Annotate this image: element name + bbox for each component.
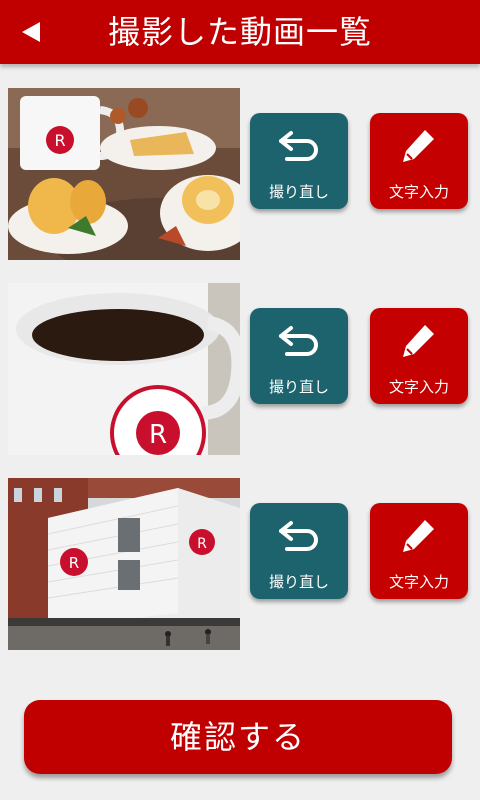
video-thumbnail[interactable]: R R [8,478,240,650]
svg-text:R: R [149,420,167,450]
dessert-image: R [8,88,240,260]
retake-button[interactable]: 撮り直し [250,503,348,599]
pencil-icon [403,520,434,552]
video-row: R 撮り直し 文字入力 [8,283,468,455]
coffee-mug-image: R [8,283,240,455]
video-thumbnail[interactable]: R [8,88,240,260]
video-row: R R 撮り直し 文字入力 [8,478,468,650]
text-input-button[interactable]: 文字入力 [370,503,468,599]
video-row: R 撮り直し 文字入力 [8,88,468,260]
text-input-button[interactable]: 文字入力 [370,113,468,209]
retake-label: 撮り直し [268,573,329,591]
retake-label: 撮り直し [268,183,329,201]
undo-arrow-icon [279,521,318,551]
retake-button[interactable]: 撮り直し [250,113,348,209]
retake-button[interactable]: 撮り直し [250,308,348,404]
text-input-label: 文字入力 [388,378,449,396]
text-input-label: 文字入力 [388,183,449,201]
text-input-label: 文字入力 [388,573,449,591]
app-header: 撮影した動画一覧 [0,0,480,64]
svg-text:R: R [69,554,79,572]
retake-label: 撮り直し [268,378,329,396]
building-image: R R [8,478,240,650]
undo-arrow-icon [279,131,318,161]
svg-text:R: R [197,536,207,552]
confirm-button[interactable]: 確認する [24,700,452,774]
pencil-icon [403,325,434,357]
pencil-icon [403,130,434,162]
video-thumbnail[interactable]: R [8,283,240,455]
text-input-button[interactable]: 文字入力 [370,308,468,404]
page-title: 撮影した動画一覧 [107,13,372,51]
svg-text:R: R [54,131,65,150]
undo-arrow-icon [279,326,318,356]
